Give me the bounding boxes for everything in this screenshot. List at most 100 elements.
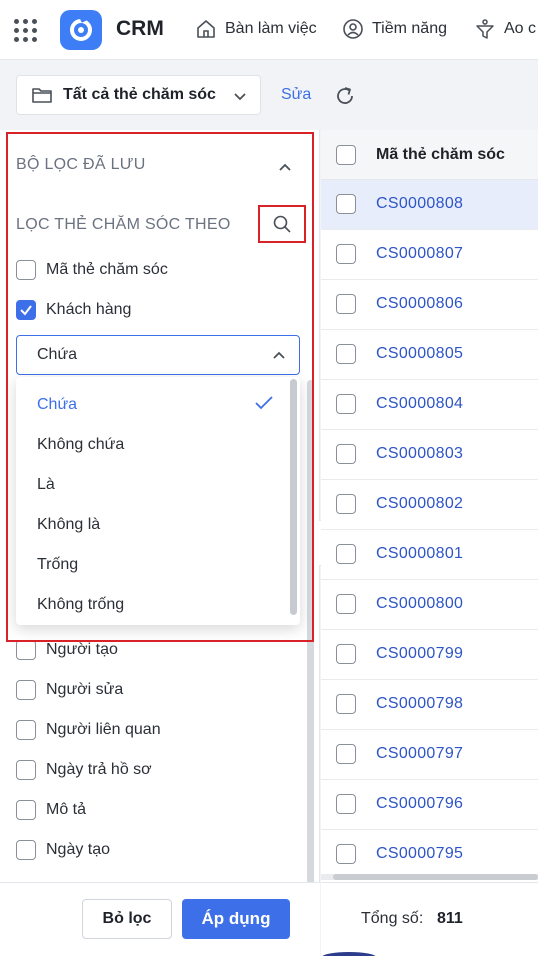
- nav-item-leads[interactable]: Tiềm năng: [342, 18, 447, 40]
- app-grid-icon[interactable]: [14, 19, 38, 43]
- filter-search-button[interactable]: [258, 205, 306, 243]
- apply-filter-button[interactable]: Áp dụng: [182, 899, 290, 939]
- refresh-icon[interactable]: [333, 84, 357, 108]
- care-card-code-link[interactable]: CS0000806: [376, 295, 463, 313]
- table-row[interactable]: CS0000808: [321, 180, 538, 230]
- row-checkbox[interactable]: [336, 694, 356, 714]
- care-card-code-link[interactable]: CS0000804: [376, 395, 463, 413]
- lead-icon: [343, 19, 363, 39]
- operator-option-contains[interactable]: Chứa: [37, 396, 77, 414]
- filter-field-creator[interactable]: Người tạo: [16, 640, 118, 660]
- care-card-code-link[interactable]: CS0000799: [376, 645, 463, 663]
- checkbox-checked[interactable]: [16, 300, 36, 320]
- operator-option-empty[interactable]: Trống: [37, 556, 78, 574]
- care-card-code-link[interactable]: CS0000801: [376, 545, 463, 563]
- operator-option-not-empty[interactable]: Không trống: [37, 596, 124, 614]
- table-row[interactable]: CS0000795: [321, 830, 538, 880]
- table-row[interactable]: CS0000801: [321, 530, 538, 580]
- table-row[interactable]: CS0000802: [321, 480, 538, 530]
- filter-field-return-date[interactable]: Ngày trả hồ sơ: [16, 760, 152, 780]
- records-table: Mã thẻ chăm sóc CS0000808 CS0000807 CS0000…: [321, 130, 538, 882]
- row-checkbox[interactable]: [336, 344, 356, 364]
- row-checkbox[interactable]: [336, 294, 356, 314]
- row-checkbox[interactable]: [336, 594, 356, 614]
- row-checkbox[interactable]: [336, 394, 356, 414]
- filter-field-editor[interactable]: Người sửa: [16, 680, 123, 700]
- table-row[interactable]: CS0000798: [321, 680, 538, 730]
- funnel-icon: [476, 19, 494, 39]
- nav-item-label: Tiềm năng: [372, 20, 447, 37]
- care-card-code-link[interactable]: CS0000803: [376, 445, 463, 463]
- nav-item-label: Bàn làm việc: [225, 20, 317, 37]
- row-checkbox[interactable]: [336, 844, 356, 864]
- filter-field-label: Người liên quan: [46, 721, 161, 738]
- top-navigation-bar: CRM Bàn làm việc Tiềm năng Ao c: [0, 0, 538, 60]
- filter-field-created-date[interactable]: Ngày tạo: [16, 840, 110, 860]
- clear-filter-button[interactable]: Bỏ lọc: [82, 899, 172, 939]
- floating-widget[interactable]: [322, 952, 376, 956]
- panel-scrollbar[interactable]: [307, 380, 314, 950]
- table-row[interactable]: CS0000807: [321, 230, 538, 280]
- checkbox[interactable]: [16, 720, 36, 740]
- column-header-code[interactable]: Mã thẻ chăm sóc: [376, 146, 505, 164]
- table-row[interactable]: CS0000800: [321, 580, 538, 630]
- filter-field-label: Mã thẻ chăm sóc: [46, 261, 168, 278]
- care-card-code-link[interactable]: CS0000808: [376, 195, 463, 213]
- row-checkbox[interactable]: [336, 194, 356, 214]
- row-checkbox[interactable]: [336, 794, 356, 814]
- select-all-checkbox[interactable]: [336, 145, 356, 165]
- dropdown-scrollbar[interactable]: [290, 379, 297, 615]
- chevron-up-icon[interactable]: [276, 158, 294, 176]
- care-card-code-link[interactable]: CS0000807: [376, 245, 463, 263]
- row-checkbox[interactable]: [336, 744, 356, 764]
- operator-option-is[interactable]: Là: [37, 476, 55, 494]
- care-card-code-link[interactable]: CS0000800: [376, 595, 463, 613]
- home-icon: [197, 20, 215, 38]
- checkbox[interactable]: [16, 760, 36, 780]
- operator-select[interactable]: Chứa: [16, 335, 300, 375]
- edit-view-link[interactable]: Sửa: [281, 86, 311, 104]
- table-row[interactable]: CS0000796: [321, 780, 538, 830]
- row-checkbox[interactable]: [336, 444, 356, 464]
- operator-dropdown: Chứa Không chứa Là Không là Trống Không …: [16, 377, 300, 625]
- row-checkbox[interactable]: [336, 244, 356, 264]
- table-row[interactable]: CS0000799: [321, 630, 538, 680]
- crm-logo-icon[interactable]: [60, 10, 102, 50]
- checkbox[interactable]: [16, 800, 36, 820]
- checkbox[interactable]: [16, 840, 36, 860]
- table-row[interactable]: CS0000804: [321, 380, 538, 430]
- checkbox[interactable]: [16, 640, 36, 660]
- table-row[interactable]: CS0000797: [321, 730, 538, 780]
- checkmark-icon: [20, 305, 32, 316]
- operator-option-not-contains[interactable]: Không chứa: [37, 436, 124, 454]
- table-horizontal-scrollbar[interactable]: [321, 874, 538, 880]
- filter-field-label: Ngày tạo: [46, 841, 111, 858]
- total-label: Tổng số:: [361, 910, 424, 927]
- checkbox[interactable]: [16, 260, 36, 280]
- nav-item-workspace[interactable]: Bàn làm việc: [195, 18, 317, 40]
- care-card-code-link[interactable]: CS0000795: [376, 845, 463, 863]
- filter-field-description[interactable]: Mô tả: [16, 800, 86, 820]
- row-checkbox[interactable]: [336, 494, 356, 514]
- filter-field-customer[interactable]: Khách hàng: [16, 300, 131, 320]
- view-selector[interactable]: Tất cả thẻ chăm sóc: [16, 75, 261, 115]
- filter-field-label: Người sửa: [46, 681, 124, 698]
- nav-item-funnel[interactable]: Ao c: [474, 18, 536, 40]
- filter-field-related-person[interactable]: Người liên quan: [16, 720, 161, 740]
- operator-select-value: Chứa: [37, 346, 78, 363]
- row-checkbox[interactable]: [336, 544, 356, 564]
- row-checkbox[interactable]: [336, 644, 356, 664]
- care-card-code-link[interactable]: CS0000797: [376, 745, 463, 763]
- care-card-code-link[interactable]: CS0000802: [376, 495, 463, 513]
- table-row[interactable]: CS0000803: [321, 430, 538, 480]
- care-card-code-link[interactable]: CS0000798: [376, 695, 463, 713]
- care-card-code-link[interactable]: CS0000796: [376, 795, 463, 813]
- checkbox[interactable]: [16, 680, 36, 700]
- check-icon: [255, 396, 273, 410]
- care-card-code-link[interactable]: CS0000805: [376, 345, 463, 363]
- view-selector-label: Tất cả thẻ chăm sóc: [63, 86, 216, 103]
- operator-option-is-not[interactable]: Không là: [37, 516, 100, 534]
- table-row[interactable]: CS0000805: [321, 330, 538, 380]
- filter-field-code[interactable]: Mã thẻ chăm sóc: [16, 260, 168, 280]
- table-row[interactable]: CS0000806: [321, 280, 538, 330]
